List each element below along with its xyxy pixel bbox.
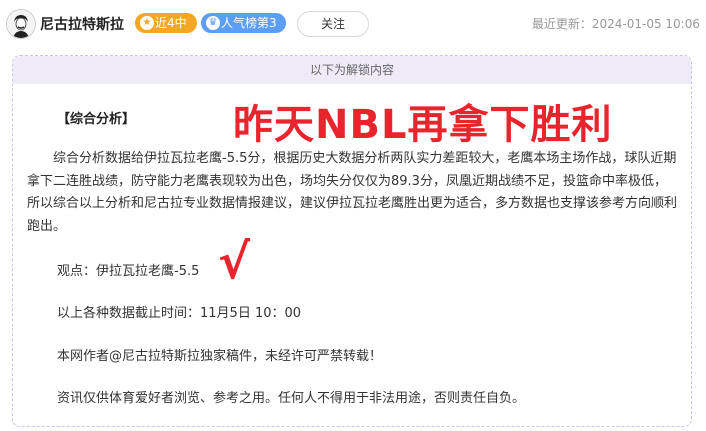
unlocked-content-box: 以下为解锁内容 昨天NBL再拿下胜利 【综合分析】 综合分析数据给伊拉瓦拉老鹰-… (12, 55, 692, 427)
section-title: 【综合分析】 (57, 112, 136, 127)
avatar-portrait-icon (7, 10, 35, 38)
headline-banner: 昨天NBL再拿下胜利 (233, 102, 613, 148)
follow-button[interactable]: 关注 (297, 11, 369, 37)
checkmark-icon: √ (218, 234, 251, 290)
record-badge-label: 近4中3 (155, 16, 187, 50)
author-name[interactable]: 尼古拉特斯拉 (40, 14, 124, 34)
author-header: 尼古拉特斯拉 ★ 近4中3 ♛ 人气榜第3 关注 最近更新：2024-01-05… (0, 0, 706, 50)
star-icon: ★ (140, 16, 154, 30)
data-cutoff-line: 以上各种数据截止时间：11月5日 10：00 (57, 306, 302, 321)
popularity-badge: ♛ 人气榜第3 (201, 13, 286, 33)
avatar[interactable] (6, 9, 36, 39)
record-badge: ★ 近4中3 (135, 13, 197, 50)
analysis-paragraph: 综合分析数据给伊拉瓦拉老鹰-5.5分，根据历史大数据分析两队实力差距较大，老鹰本… (27, 151, 678, 234)
unlock-notice: 以下为解锁内容 (13, 56, 691, 84)
viewpoint-line: 观点：伊拉瓦拉老鹰-5.5 (57, 264, 200, 279)
popularity-badge-label: 人气榜第3 (221, 16, 277, 30)
disclaimer-line: 资讯仅供体育爱好者浏览、参考之用。任何人不得用于非法用途，否则责任自负。 (57, 391, 526, 406)
crown-icon: ♛ (206, 16, 220, 30)
last-update-time: 最近更新：2024-01-05 10:06 (531, 17, 700, 31)
copyright-line: 本网作者@尼古拉特斯拉独家稿件，未经许可严禁转载！ (57, 349, 383, 364)
